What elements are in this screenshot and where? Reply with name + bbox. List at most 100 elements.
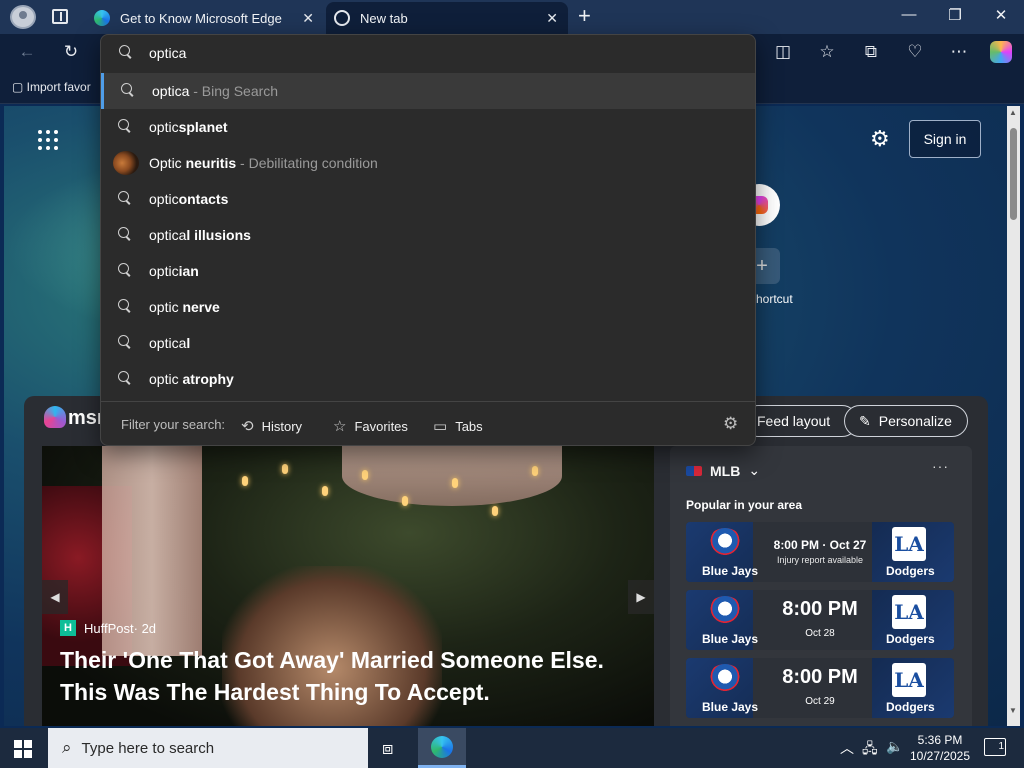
personalize-button[interactable]: ✎ Personalize <box>844 405 968 437</box>
scroll-down-arrow-icon[interactable]: ▼ <box>1009 706 1017 715</box>
browser-essentials-icon[interactable]: ♡ <box>904 42 926 62</box>
star-icon: ☆ <box>333 418 347 435</box>
dodgers-logo-icon: LA <box>892 595 926 629</box>
suggestion-item[interactable]: optician <box>101 253 755 289</box>
blue-jays-logo-icon <box>708 596 742 624</box>
new-tab-plus-icon[interactable]: + <box>578 4 591 28</box>
game-row[interactable]: LA Blue Jays Dodgers 8:00 PM · Oct 27 In… <box>686 522 954 582</box>
tab-title: Get to Know Microsoft Edge <box>120 10 282 26</box>
tab-title: New tab <box>360 10 408 26</box>
address-bar-input[interactable]: optica <box>101 35 755 73</box>
suggestion-item[interactable]: optic nerve <box>101 289 755 325</box>
windows-taskbar: ⌕ Type here to search ⧈ ︿ 🖧 🔈 5:36 PM 10… <box>0 728 1024 768</box>
tab-get-to-know-edge[interactable]: Get to Know Microsoft Edge ✕ <box>86 2 324 34</box>
suggestion-text: opticsplanet <box>149 119 228 135</box>
volume-icon[interactable]: 🔈 <box>886 738 903 755</box>
sports-card: MLB ⌄ ··· Popular in your area LA Blue J… <box>670 446 972 726</box>
copilot-icon[interactable] <box>990 41 1012 63</box>
import-favorites-label: Import favor <box>26 80 91 94</box>
history-icon: ⟲ <box>241 418 254 435</box>
dodgers-logo-icon: LA <box>892 527 926 561</box>
hero-article-card[interactable]: ◀ ▶ H HuffPost · 2d Their 'One That Got … <box>42 446 654 726</box>
article-headline[interactable]: Their 'One That Got Away' Married Someon… <box>60 644 640 708</box>
settings-more-icon[interactable]: ⋯ <box>948 42 970 62</box>
favorites-star-icon[interactable]: ☆ <box>816 42 838 62</box>
suggestion-item[interactable]: Optic neuritis - Debilitating condition <box>101 145 755 181</box>
article-source: H HuffPost · 2d <box>60 620 156 636</box>
filter-tabs-button[interactable]: ▭ Tabs <box>433 417 483 435</box>
taskbar-search-box[interactable]: ⌕ Type here to search <box>48 728 368 768</box>
filter-label: Filter your search: <box>121 417 226 432</box>
notification-center-icon[interactable]: 1 <box>984 738 1006 756</box>
blue-jays-logo-icon <box>708 664 742 692</box>
edge-favicon-icon <box>94 10 110 26</box>
scrollbar-thumb[interactable] <box>1010 128 1017 220</box>
blue-jays-logo-icon <box>708 528 742 556</box>
profile-avatar-icon[interactable] <box>10 5 36 29</box>
suggestion-text: optical illusions <box>149 227 251 243</box>
suggestion-text: Optic neuritis - Debilitating condition <box>149 155 378 171</box>
close-window-icon[interactable]: ✕ <box>986 6 1016 24</box>
app-launcher-icon[interactable] <box>38 130 58 150</box>
search-icon <box>118 119 132 133</box>
show-hidden-icons-chevron-icon[interactable]: ︿ <box>840 738 854 758</box>
search-settings-gear-icon[interactable]: ⚙ <box>723 414 738 434</box>
tab-new-tab[interactable]: New tab ✕ <box>326 2 568 34</box>
page-scrollbar[interactable]: ▲ ▼ <box>1007 106 1020 726</box>
import-favorites-link[interactable]: ▢ Import favor <box>12 80 91 94</box>
suggestion-item[interactable]: optical <box>101 325 755 361</box>
divider <box>101 401 755 402</box>
pencil-icon: ✎ <box>859 412 871 429</box>
search-icon <box>118 191 132 205</box>
search-icon: ⌕ <box>62 738 72 757</box>
msn-butterfly-icon <box>44 406 66 428</box>
sports-subtitle: Popular in your area <box>686 498 803 512</box>
back-arrow-icon[interactable]: ← <box>16 42 38 62</box>
close-tab-icon[interactable]: ✕ <box>302 10 314 27</box>
network-icon[interactable]: 🖧 <box>862 738 878 762</box>
suggestion-item[interactable]: opticontacts <box>101 181 755 217</box>
carousel-next-arrow-icon[interactable]: ▶ <box>628 580 654 614</box>
address-bar-text: optica <box>149 45 187 61</box>
suggestion-text: opticontacts <box>149 191 229 207</box>
suggestion-item[interactable]: optical illusions <box>101 217 755 253</box>
tab-actions-icon[interactable] <box>52 9 68 24</box>
edge-icon <box>431 736 453 758</box>
suggestion-item[interactable]: optica - Bing Search <box>101 73 755 109</box>
search-icon <box>121 83 135 97</box>
more-options-icon[interactable]: ··· <box>932 458 949 474</box>
windows-start-icon[interactable] <box>14 740 32 758</box>
address-bar-dropdown: optica optica - Bing Search opticsplanet O… <box>100 34 756 446</box>
dodgers-logo-icon: LA <box>892 663 926 697</box>
scroll-up-arrow-icon[interactable]: ▲ <box>1009 108 1017 117</box>
taskbar-clock[interactable]: 5:36 PM 10/27/2025 <box>908 732 972 764</box>
suggestion-text: optic atrophy <box>149 371 234 387</box>
task-view-icon[interactable]: ⧈ <box>382 738 393 759</box>
page-settings-gear-icon[interactable]: ⚙ <box>870 126 890 152</box>
search-icon <box>118 263 132 277</box>
filter-history-button[interactable]: ⟲ History <box>241 417 302 435</box>
filter-favorites-button[interactable]: ☆ Favorites <box>333 417 408 435</box>
game-row[interactable]: LA Blue Jays Dodgers 8:00 PM Oct 29 <box>686 658 954 718</box>
search-icon <box>119 45 133 59</box>
minimize-icon[interactable]: — <box>894 6 924 23</box>
collections-icon[interactable]: ⧉ <box>860 42 882 62</box>
league-selector[interactable]: MLB ⌄ <box>686 462 760 479</box>
new-tab-favicon-icon <box>334 10 350 26</box>
sign-in-button[interactable]: Sign in <box>909 120 981 158</box>
suggestion-text: optic nerve <box>149 299 220 315</box>
refresh-icon[interactable]: ↻ <box>60 42 82 62</box>
feed-layout-button[interactable]: Feed layout <box>742 405 858 437</box>
chevron-down-icon: ⌄ <box>748 462 761 478</box>
add-shortcut-label: hortcut <box>756 292 793 306</box>
close-tab-icon[interactable]: ✕ <box>546 10 558 27</box>
restore-icon[interactable]: ❐ <box>940 6 970 24</box>
suggestion-text: optica - Bing Search <box>152 83 279 99</box>
suggestion-item[interactable]: optic atrophy <box>101 361 755 397</box>
suggestion-item[interactable]: opticsplanet <box>101 109 755 145</box>
taskbar-edge-button[interactable] <box>418 728 466 768</box>
split-screen-icon[interactable]: ◫ <box>772 42 794 62</box>
carousel-previous-arrow-icon[interactable]: ◀ <box>42 580 68 614</box>
tabs-icon: ▭ <box>433 418 448 435</box>
game-row[interactable]: LA Blue Jays Dodgers 8:00 PM Oct 28 <box>686 590 954 650</box>
